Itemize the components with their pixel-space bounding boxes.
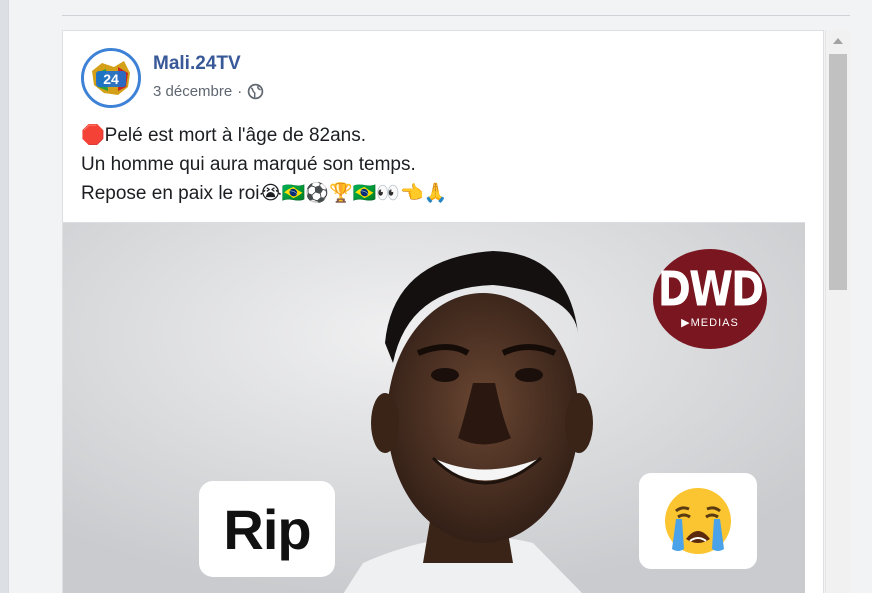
- post-message: 🛑Pelé est mort à l'âge de 82ans. Un homm…: [81, 121, 801, 208]
- post-meta: 3 décembre ·: [153, 83, 264, 100]
- post-text-line: Repose en paix le roi😭🇧🇷⚽🏆🇧🇷👀👈🙏: [81, 183, 448, 204]
- crying-emoji-badge: [639, 473, 757, 569]
- logo-main-text: DWD: [657, 261, 765, 318]
- page-left-gutter: [0, 0, 8, 593]
- post-photo[interactable]: DWD ▶MEDIAS Rip: [63, 223, 805, 593]
- post-date-link[interactable]: 3 décembre: [153, 83, 232, 100]
- globe-icon[interactable]: [247, 83, 264, 100]
- page-avatar[interactable]: 24: [81, 48, 141, 108]
- post-text-line: 🛑Pelé est mort à l'âge de 82ans.: [81, 125, 366, 146]
- post-card: 24 Mali.24TV 3 décembre · 🛑Pelé est mort…: [62, 30, 824, 593]
- page-name-link[interactable]: Mali.24TV: [153, 53, 241, 75]
- crying-face-icon: [665, 488, 731, 554]
- svg-text:24: 24: [103, 71, 119, 87]
- scrollbar-thumb[interactable]: [829, 54, 847, 290]
- scroll-up-arrow-icon[interactable]: [826, 30, 850, 52]
- meta-separator: ·: [237, 83, 243, 100]
- mali24-logo-icon: 24: [84, 51, 138, 105]
- section-divider: [62, 15, 850, 16]
- dwd-medias-logo: DWD ▶MEDIAS: [653, 249, 767, 349]
- vertical-scrollbar[interactable]: [825, 30, 850, 593]
- post-text-line: Un homme qui aura marqué son temps.: [81, 154, 416, 175]
- rip-label: Rip: [199, 481, 335, 577]
